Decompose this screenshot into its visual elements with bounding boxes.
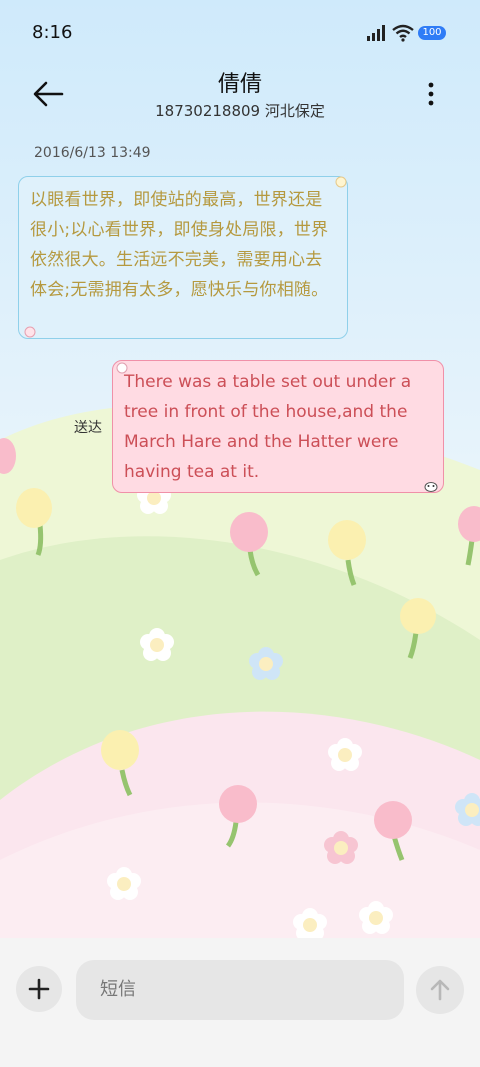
cellular-signal-icon <box>367 25 385 41</box>
incoming-message-bubble[interactable]: 以眼看世界，即使站的最高，世界还是很小;以心看世界，即使身处局限，世界依然很大。… <box>18 176 348 339</box>
bubble-decoration-icon <box>424 482 438 492</box>
message-input[interactable]: 短信 <box>76 960 404 1020</box>
status-time: 8:16 <box>32 22 73 43</box>
contact-number-location: 18730218809 河北保定 <box>155 102 325 120</box>
battery-indicator: 100 <box>416 24 448 42</box>
outgoing-message-bubble[interactable]: There was a table set out under a tree i… <box>112 360 444 493</box>
battery-level: 100 <box>418 26 446 40</box>
bubble-decoration-icon <box>24 326 36 338</box>
plus-icon <box>28 978 50 1000</box>
arrow-up-icon <box>430 979 450 1001</box>
send-button[interactable] <box>416 966 464 1014</box>
bubble-decoration-icon <box>116 362 128 374</box>
delivery-status: 送达 <box>74 420 102 436</box>
bubble-decoration-icon <box>335 176 347 188</box>
message-timestamp: 2016/6/13 13:49 <box>34 145 151 161</box>
more-vertical-icon[interactable] <box>418 80 444 108</box>
incoming-message-text: 以眼看世界，即使站的最高，世界还是很小;以心看世界，即使身处局限，世界依然很大。… <box>30 190 329 300</box>
wifi-icon <box>392 24 414 42</box>
outgoing-message-text: There was a table set out under a tree i… <box>124 372 412 482</box>
contact-name: 倩倩 <box>217 72 262 97</box>
add-attachment-button[interactable] <box>16 966 62 1012</box>
